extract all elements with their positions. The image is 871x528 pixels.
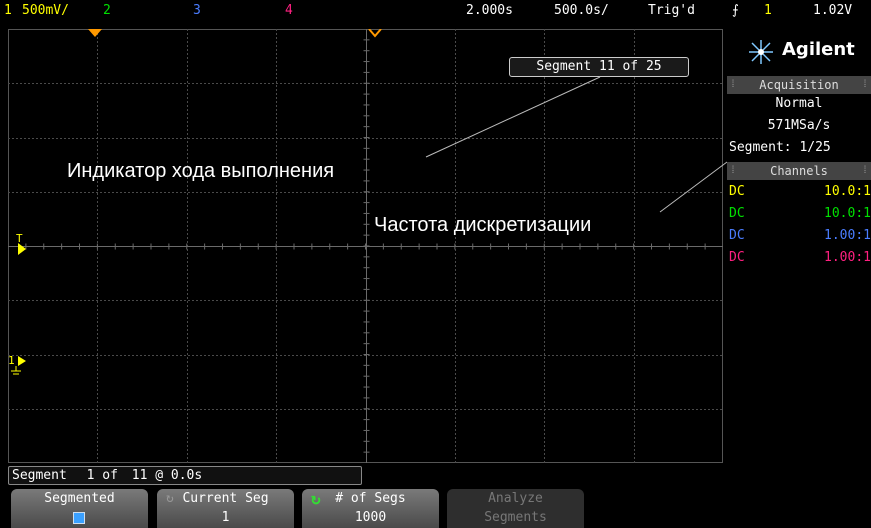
channel-3-row: DC 1.00:1	[727, 226, 871, 246]
ch2-coupling: DC	[729, 206, 745, 221]
sample-rate-annotation: Частота дискретизации	[374, 214, 592, 236]
ch4-attenuation: 1.00:1	[824, 250, 871, 265]
agilent-logo: Agilent	[727, 30, 871, 74]
num-segs-label: # of Segs	[335, 491, 406, 506]
brand-name: Agilent	[782, 39, 855, 60]
current-seg-value: 1	[221, 510, 230, 525]
segmented-checkbox-icon	[73, 512, 85, 524]
ch3-coupling: DC	[729, 228, 745, 243]
current-seg-label: Current Seg	[182, 491, 269, 506]
num-segs-softkey[interactable]: ↻ # of Segs 1000	[302, 489, 439, 528]
ch1-attenuation: 10.0:1	[824, 184, 871, 199]
progress-annotation: Индикатор хода выполнения	[67, 160, 335, 182]
current-seg-softkey[interactable]: ↻ Current Seg 1	[157, 489, 294, 528]
acquisition-mode: Normal	[775, 96, 823, 111]
info-panel: Agilent ⁞ Acquisition ⁞ Normal 571MSa/s …	[727, 30, 871, 278]
agilent-spark-icon	[749, 40, 773, 64]
ch1-coupling: DC	[729, 184, 745, 199]
segment-readout: Segment: 1/25	[729, 140, 831, 155]
segment-status-line: Segment 1 of 11 @ 0.0s	[8, 466, 362, 485]
segmented-softkey[interactable]: Segmented	[11, 489, 148, 528]
channel-4-row: DC 1.00:1	[727, 248, 871, 268]
num-segs-value: 1000	[354, 510, 387, 525]
segmented-label: Segmented	[44, 491, 115, 506]
channels-header[interactable]: ⁞ Channels ⁞	[727, 162, 871, 180]
acquisition-header-label: Acquisition	[759, 78, 839, 92]
status-of-word: of	[102, 468, 118, 483]
ch4-coupling: DC	[729, 250, 745, 265]
status-segment-number: 1	[86, 468, 95, 483]
analyze-label: Analyze	[488, 491, 543, 506]
analyze-value: Segments	[484, 510, 547, 525]
status-time: @ 0.0s	[155, 468, 203, 483]
analyze-segments-softkey[interactable]: Analyze Segments	[447, 489, 584, 528]
channels-header-label: Channels	[770, 164, 828, 178]
acquisition-header[interactable]: ⁞ Acquisition ⁞	[727, 76, 871, 94]
sample-rate: 571MSa/s	[767, 118, 831, 133]
channel-2-row: DC 10.0:1	[727, 204, 871, 224]
channel-1-row: DC 10.0:1	[727, 182, 871, 202]
ch3-attenuation: 1.00:1	[824, 228, 871, 243]
status-segment-word: Segment	[12, 468, 67, 483]
ch2-attenuation: 10.0:1	[824, 206, 871, 221]
status-segment-total: 11	[131, 468, 148, 483]
